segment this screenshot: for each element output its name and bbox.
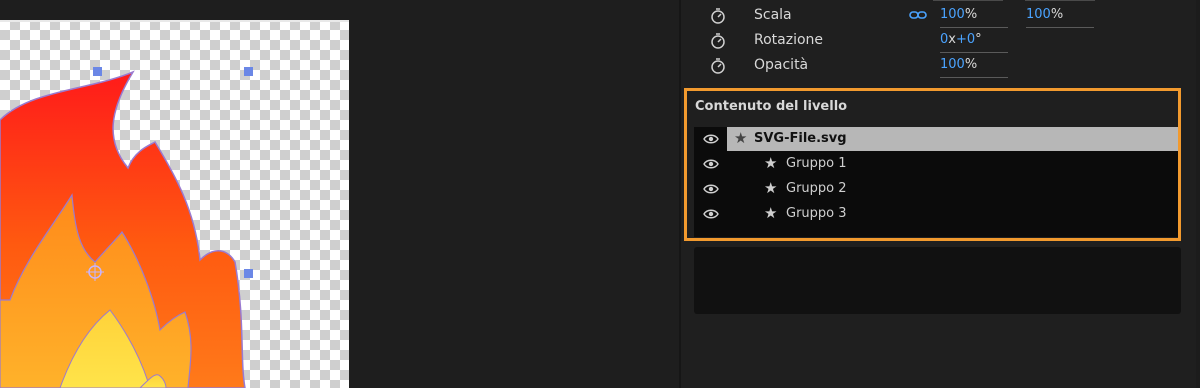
property-row-rotation: Rotazione 0x+0° — [681, 29, 1200, 53]
panel-right-edge — [1196, 0, 1200, 388]
stopwatch-icon[interactable] — [710, 7, 726, 25]
tree-row-gruppo-1[interactable]: ★ Gruppo 1 — [694, 152, 1178, 176]
rotation-degrees: +0 — [955, 32, 976, 47]
viewer-background — [349, 0, 679, 388]
composition-canvas[interactable] — [0, 0, 349, 388]
scale-x-field[interactable]: 100% — [940, 7, 1008, 28]
layer-tree: ★ SVG-File.svg ★ Gruppo 1 ★ Gruppo 2 ★ G… — [694, 127, 1178, 237]
property-label: Scala — [754, 7, 792, 23]
value-unit: % — [964, 57, 978, 72]
property-row-opacity: Opacità 100% — [681, 54, 1200, 78]
tree-row-gruppo-2[interactable]: ★ Gruppo 2 — [694, 177, 1178, 201]
eye-icon[interactable] — [703, 208, 719, 220]
field-underline — [1025, 0, 1095, 1]
star-icon: ★ — [734, 129, 748, 147]
link-icon[interactable] — [909, 9, 927, 21]
bbox-handle-top-right[interactable] — [244, 67, 253, 76]
rotation-field[interactable]: 0x+0° — [940, 32, 1008, 53]
eye-icon[interactable] — [703, 183, 719, 195]
value-number: 100 — [940, 57, 965, 72]
property-label: Rotazione — [754, 32, 824, 48]
stopwatch-icon[interactable] — [710, 57, 726, 75]
section-title: Contenuto del livello — [695, 99, 848, 114]
star-icon: ★ — [764, 154, 778, 172]
bbox-handle-top-left[interactable] — [93, 67, 102, 76]
group-name: Gruppo 3 — [786, 206, 847, 221]
group-name: Gruppo 1 — [786, 156, 847, 171]
rotation-degrees-unit: ° — [975, 32, 982, 47]
bbox-handle-middle-right[interactable] — [244, 269, 253, 278]
property-label: Opacità — [754, 57, 809, 73]
layer-name: SVG-File.svg — [754, 131, 847, 146]
empty-list-area — [694, 247, 1181, 314]
group-name: Gruppo 2 — [786, 181, 847, 196]
property-row-scale: Scala 100% 100% — [681, 4, 1200, 28]
star-icon: ★ — [764, 204, 778, 222]
star-icon: ★ — [764, 179, 778, 197]
eye-icon[interactable] — [703, 133, 719, 145]
fire-artwork[interactable] — [0, 0, 349, 388]
layer-content-section: Contenuto del livello ★ SVG-File.svg ★ G… — [684, 88, 1181, 241]
opacity-field[interactable]: 100% — [940, 57, 1008, 78]
value-unit: % — [1050, 7, 1064, 22]
stopwatch-icon[interactable] — [710, 32, 726, 50]
tree-row-gruppo-3[interactable]: ★ Gruppo 3 — [694, 202, 1178, 226]
scale-y-field[interactable]: 100% — [1026, 7, 1094, 28]
rotation-turns-unit: x — [948, 32, 956, 47]
eye-icon[interactable] — [703, 158, 719, 170]
value-unit: % — [964, 7, 978, 22]
value-number: 100 — [1026, 7, 1051, 22]
value-number: 100 — [940, 7, 965, 22]
tree-row-svg-file[interactable]: ★ SVG-File.svg — [694, 127, 1178, 151]
field-underline — [933, 0, 1003, 1]
